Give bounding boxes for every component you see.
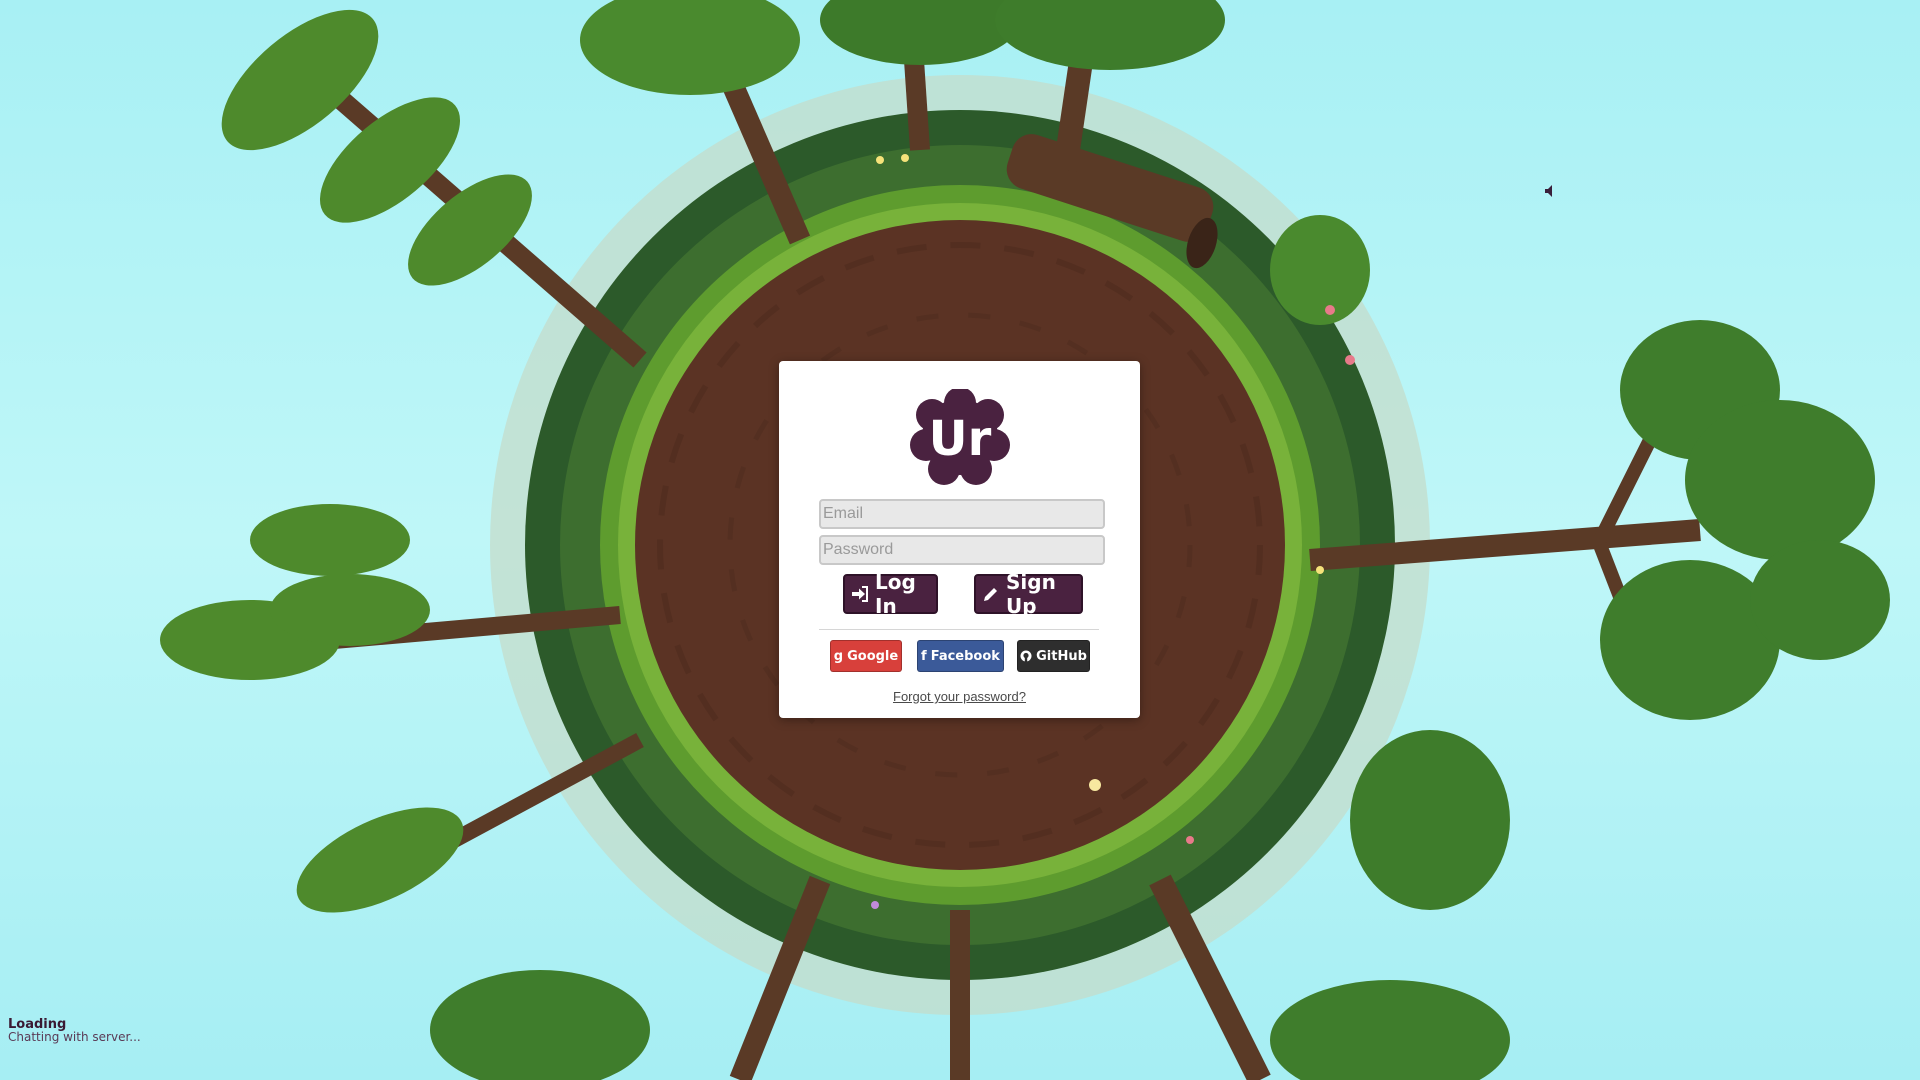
sign-in-icon [852,586,868,602]
github-button-label: GitHub [1036,648,1087,664]
logo-text: Ur [929,411,992,467]
login-card: Ur Log In Sign Up g Google f Facebook Gi… [779,361,1140,718]
pencil-icon [984,588,997,601]
signup-button[interactable]: Sign Up [974,570,1083,618]
email-field[interactable] [819,499,1105,529]
sound-toggle-button[interactable] [1543,183,1559,199]
divider [819,629,1099,630]
google-button-label: Google [847,648,899,664]
signup-button-label: Sign Up [1006,570,1056,618]
forgot-password-link[interactable]: Forgot your password? [779,689,1140,704]
login-button-label: Log In [875,570,916,618]
loading-status: Loading Chatting with server... [8,1018,141,1044]
speaker-icon [1545,185,1552,197]
facebook-login-button[interactable]: f Facebook [917,640,1004,672]
login-button[interactable]: Log In [843,570,938,618]
ur-logo: Ur [910,389,1010,485]
google-plus-icon: g [833,648,844,664]
github-icon [1020,650,1032,662]
google-login-button[interactable]: g Google [830,640,902,672]
password-field[interactable] [819,535,1105,565]
loading-message: Chatting with server... [8,1030,141,1044]
facebook-icon: f [921,648,927,664]
github-login-button[interactable]: GitHub [1017,640,1090,672]
facebook-button-label: Facebook [930,648,1000,664]
